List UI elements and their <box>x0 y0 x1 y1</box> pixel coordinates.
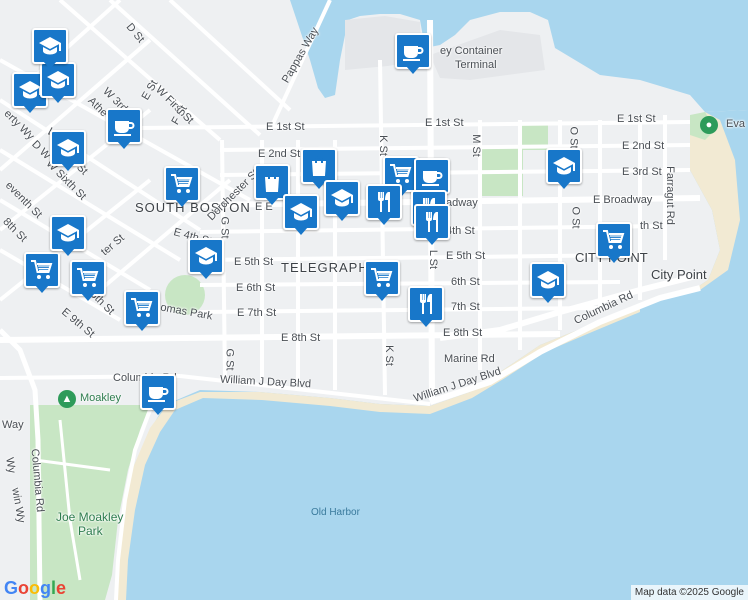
map-canvas[interactable]: D St Pappas Way ey Container Terminal W … <box>0 0 748 600</box>
map-attribution[interactable]: Map data ©2025 Google <box>630 585 748 600</box>
google-logo: Google <box>4 578 67 598</box>
map-pin-coffee[interactable] <box>395 33 431 75</box>
pin-pointer <box>294 227 308 235</box>
map-pin-school[interactable] <box>32 28 68 70</box>
school-icon <box>50 130 86 166</box>
coffee-icon <box>395 33 431 69</box>
pin-pointer <box>43 61 57 69</box>
map-pin-school[interactable] <box>50 215 86 257</box>
cart-icon <box>24 252 60 288</box>
cart-icon <box>364 260 400 296</box>
map-pin-school[interactable] <box>546 148 582 190</box>
map-pin-school[interactable] <box>324 180 360 222</box>
pin-pointer <box>81 293 95 301</box>
map-pin-cart[interactable] <box>124 290 160 332</box>
map-pin-school[interactable] <box>188 238 224 280</box>
map-pin-restaurant[interactable] <box>366 184 402 226</box>
pin-pointer <box>377 217 391 225</box>
pin-pointer <box>607 255 621 263</box>
map-pin-restaurant[interactable] <box>408 286 444 328</box>
restaurant-icon <box>366 184 402 220</box>
school-icon <box>188 238 224 274</box>
pin-pointer <box>557 181 571 189</box>
moakley-park-marker-icon[interactable]: ▲ <box>58 390 76 408</box>
cart-icon <box>124 290 160 326</box>
coffee-icon <box>414 158 450 194</box>
school-icon <box>546 148 582 184</box>
pin-pointer <box>61 163 75 171</box>
map-pin-cart[interactable] <box>596 222 632 264</box>
pin-pointer <box>425 237 439 245</box>
shopping-bag-icon <box>301 148 337 184</box>
pin-pointer <box>35 285 49 293</box>
school-icon <box>324 180 360 216</box>
map-pin-coffee[interactable] <box>140 374 176 416</box>
pin-pointer <box>406 66 420 74</box>
school-icon <box>32 28 68 64</box>
map-pin-school[interactable] <box>530 262 566 304</box>
cart-icon <box>596 222 632 258</box>
pin-pointer <box>151 407 165 415</box>
cart-icon <box>70 260 106 296</box>
pin-pointer <box>375 293 389 301</box>
school-icon <box>283 194 319 230</box>
pin-pointer <box>199 271 213 279</box>
map-pin-school[interactable] <box>50 130 86 172</box>
map-pin-school[interactable] <box>283 194 319 236</box>
pin-pointer <box>135 323 149 331</box>
school-icon <box>50 215 86 251</box>
restaurant-icon <box>414 204 450 240</box>
restaurant-icon <box>408 286 444 322</box>
map-pin-cart[interactable] <box>24 252 60 294</box>
map-pin-cart[interactable] <box>70 260 106 302</box>
pin-pointer <box>23 105 37 113</box>
map-pin-cart[interactable] <box>164 166 200 208</box>
coffee-icon <box>140 374 176 410</box>
pin-pointer <box>51 95 65 103</box>
school-icon <box>530 262 566 298</box>
map-pin-restaurant[interactable] <box>414 204 450 246</box>
park-marker-icon[interactable]: ● <box>700 116 718 134</box>
pin-pointer <box>61 248 75 256</box>
pin-pointer <box>117 141 131 149</box>
map-pin-coffee[interactable] <box>106 108 142 150</box>
pin-pointer <box>265 197 279 205</box>
pin-pointer <box>335 213 349 221</box>
cart-icon <box>164 166 200 202</box>
coffee-icon <box>106 108 142 144</box>
pin-pointer <box>541 295 555 303</box>
pin-pointer <box>419 319 433 327</box>
pin-pointer <box>175 199 189 207</box>
map-pin-cart[interactable] <box>364 260 400 302</box>
